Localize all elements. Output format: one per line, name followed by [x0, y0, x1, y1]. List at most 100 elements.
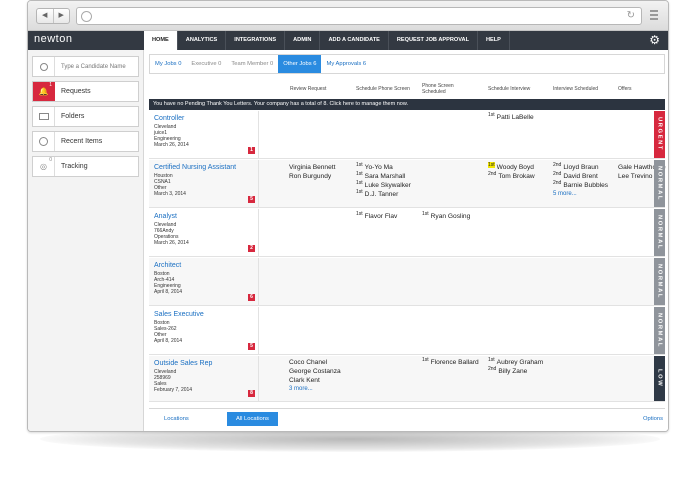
nav-add-candidate[interactable]: ADD A CANDIDATE	[320, 31, 389, 50]
candidate-name[interactable]: Virginia Bennett	[289, 163, 335, 172]
schedule-phone-screen-list: 1st Yo-Yo Ma 1st Sara Marshall 1st Luke Sky…	[356, 162, 411, 199]
job-cell: Analyst Cleveland 766Andy Operations March …	[149, 209, 259, 256]
candidate-name[interactable]: Coco Chanel	[289, 358, 341, 367]
candidate-name[interactable]: 1st D.J. Tanner	[356, 189, 411, 199]
job-meta: Cleveland 258969 Sales February 7, 2014	[154, 369, 193, 393]
candidate-count-badge[interactable]: 8	[248, 390, 255, 397]
candidate-name[interactable]: 1st Flavor Flav	[356, 211, 397, 221]
job-title-link[interactable]: Sales Executive	[154, 311, 204, 318]
more-candidates-link[interactable]: 5 more...	[553, 190, 608, 199]
search-input[interactable]: Type a Candidate Name	[55, 64, 126, 70]
nav-buttons: ◀ ▶	[36, 8, 70, 24]
job-title-link[interactable]: Analyst	[154, 213, 177, 220]
job-title-link[interactable]: Outside Sales Rep	[154, 360, 212, 367]
candidate-name[interactable]: 2nd Barnie Bubbles	[553, 180, 608, 190]
candidate-name[interactable]: 1st Yo-Yo Ma	[356, 162, 411, 172]
tab-team-member[interactable]: Team Member 0	[226, 55, 278, 73]
tab-my-approvals[interactable]: My Approvals 6	[321, 55, 371, 73]
nav-help[interactable]: HELP	[478, 31, 510, 50]
col-interview-scheduled: Interview Scheduled	[553, 86, 599, 92]
job-title-link[interactable]: Certified Nursing Assistant	[154, 164, 236, 171]
job-meta: Houston CSNA1 Other March 3, 2014	[154, 173, 186, 197]
tab-other-jobs[interactable]: Other Jobs 6	[278, 55, 322, 73]
candidate-name[interactable]: 1st Patti LaBelle	[488, 112, 534, 122]
sidebar-item-folders[interactable]: Folders	[32, 106, 139, 127]
job-cell: Sales Executive Boston Sales-262 Other Apri…	[149, 307, 259, 354]
nav-analytics[interactable]: ANALYTICS	[178, 31, 227, 50]
manage-letters-link[interactable]: Click here to manage them now.	[329, 101, 408, 107]
requests-badge: 1	[49, 82, 52, 88]
tab-locations[interactable]: Locations	[155, 412, 198, 426]
sidebar-item-label: Requests	[61, 88, 91, 95]
interview-scheduled-list: 2nd Lloyd Braun 2nd David Brent 2nd Barnie …	[553, 162, 608, 199]
sidebar-item-tracking[interactable]: ◎ 0 Tracking	[32, 156, 139, 177]
forward-icon[interactable]: ▶	[52, 9, 70, 23]
candidate-count-badge[interactable]: 2	[248, 245, 255, 252]
phone-screen-scheduled-list: 1st Florence Ballard	[422, 357, 479, 367]
tracking-icon: ◎ 0	[33, 157, 55, 176]
nav-integrations[interactable]: INTEGRATIONS	[226, 31, 286, 50]
candidate-count-badge[interactable]: 5	[248, 196, 255, 203]
job-row-cna: Certified Nursing Assistant Houston CSNA1…	[149, 160, 666, 208]
job-meta: Cleveland juice1 Engineering March 26, 2014	[154, 124, 189, 148]
nav-request-job-approval[interactable]: REQUEST JOB APPROVAL	[389, 31, 478, 50]
sidebar-item-label: Tracking	[61, 163, 88, 170]
browser-menu-icon[interactable]	[650, 10, 658, 22]
job-meta: Boston Sales-262 Other April 8, 2014	[154, 320, 183, 344]
options-link[interactable]: Options	[643, 412, 663, 426]
candidate-name[interactable]: 2nd Billy Zane	[488, 366, 543, 376]
sidebar-item-label: Folders	[61, 113, 85, 120]
col-review-request: Review Request	[290, 86, 327, 92]
candidate-count-badge[interactable]: 6	[248, 294, 255, 301]
job-title-link[interactable]: Architect	[154, 262, 181, 269]
schedule-interview-list: 1st Patti LaBelle	[488, 112, 534, 122]
candidate-name[interactable]: Ron Burgundy	[289, 172, 335, 181]
candidate-name[interactable]: 1st Sara Marshall	[356, 171, 411, 181]
thank-you-banner: You have no Pending Thank You Letters. Y…	[149, 99, 665, 110]
banner-text: You have no Pending Thank You Letters. Y…	[153, 101, 328, 107]
candidate-name[interactable]: 2nd Tom Brokaw	[488, 171, 535, 181]
col-schedule-phone-screen: Schedule Phone Screen	[356, 86, 410, 92]
job-title-link[interactable]: Controller	[154, 115, 184, 122]
candidate-count-badge[interactable]: 5	[248, 343, 255, 350]
candidate-name[interactable]: 1st Aubrey Graham	[488, 357, 543, 367]
phone-screen-scheduled-list: 1st Ryan Gosling	[422, 211, 470, 221]
candidate-name[interactable]: 1st Florence Ballard	[422, 357, 479, 367]
sidebar: Type a Candidate Name 🔔 1 Requests Folder…	[28, 50, 144, 431]
tab-all-locations[interactable]: All Locations	[227, 412, 278, 426]
address-bar[interactable]: ↻	[76, 7, 642, 25]
priority-urgent-badge: URGENT	[654, 111, 665, 158]
candidate-name[interactable]: Clark Kent	[289, 376, 341, 385]
candidate-name[interactable]: 2nd Lloyd Braun	[553, 162, 608, 172]
gear-icon[interactable]: ⚙	[649, 33, 660, 47]
job-meta: Boston Arch-414 Engineering April 8, 2014	[154, 271, 183, 295]
tab-executive[interactable]: Executive 0	[186, 55, 226, 73]
sidebar-item-label: Recent Items	[61, 138, 103, 145]
col-offers: Offers	[618, 86, 632, 92]
more-candidates-link[interactable]: 3 more...	[289, 385, 341, 394]
back-icon[interactable]: ◀	[37, 9, 53, 23]
nav-admin[interactable]: ADMIN	[285, 31, 321, 50]
priority-normal-badge: NORMAL	[654, 160, 665, 207]
candidate-name[interactable]: 1st Luke Skywalker	[356, 180, 411, 190]
candidate-name[interactable]: George Costanza	[289, 367, 341, 376]
job-cell: Controller Cleveland juice1 Engineering Mar…	[149, 111, 259, 158]
priority-low-badge: LOW	[654, 356, 665, 401]
newton-logo[interactable]: newton	[34, 33, 72, 45]
job-row-analyst: Analyst Cleveland 766Andy Operations March …	[149, 209, 665, 257]
priority-normal-badge: NORMAL	[654, 258, 665, 305]
sidebar-item-requests[interactable]: 🔔 1 Requests	[32, 81, 139, 102]
candidate-count-badge[interactable]: 1	[248, 147, 255, 154]
sidebar-item-recent-items[interactable]: Recent Items	[32, 131, 139, 152]
candidate-name[interactable]: 2nd David Brent	[553, 171, 608, 181]
nav-home[interactable]: HOME	[144, 31, 178, 50]
tab-my-jobs[interactable]: My Jobs 0	[150, 55, 186, 73]
folder-icon	[33, 107, 55, 126]
job-meta: Cleveland 766Andy Operations March 26, 2014	[154, 222, 189, 246]
browser-window: ◀ ▶ ↻ newton HOME ANALYTICS INTEGRATIONS…	[27, 0, 669, 432]
reload-icon[interactable]: ↻	[627, 10, 635, 21]
candidate-search[interactable]: Type a Candidate Name	[32, 56, 139, 77]
candidate-name[interactable]: 1st Ryan Gosling	[422, 211, 470, 221]
priority-normal-badge: NORMAL	[654, 209, 665, 256]
job-row-outside-sales-rep: Outside Sales Rep Cleveland 258969 Sales Fe…	[149, 356, 665, 402]
